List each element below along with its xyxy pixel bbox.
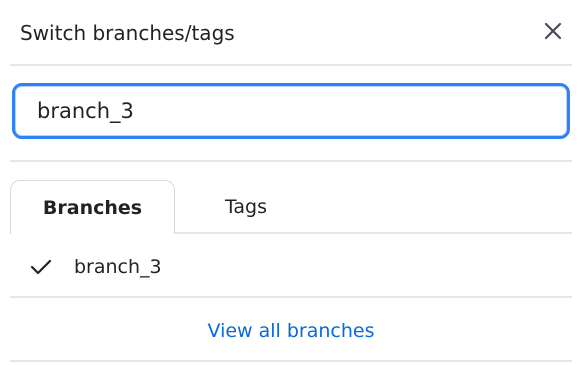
tab-tags-label: Tags [224,196,268,218]
footer-divider [10,360,572,362]
check-icon [28,254,54,280]
close-icon [544,22,562,40]
tab-branches[interactable]: Branches [10,180,175,234]
tab-bar: Branches Tags [10,180,572,234]
tab-tags[interactable]: Tags [196,180,296,234]
panel-header: Switch branches/tags [0,0,572,64]
list-divider [10,296,572,298]
search-field[interactable] [12,83,570,139]
tab-branches-label: Branches [42,196,143,219]
branch-name: branch_3 [74,256,162,278]
header-divider [10,64,572,66]
branch-list-item[interactable]: branch_3 [10,240,572,294]
search-divider [10,160,572,162]
search-input[interactable] [37,94,557,128]
panel-title: Switch branches/tags [20,21,235,45]
view-all-branches-link[interactable]: View all branches [10,304,572,358]
close-button[interactable] [536,14,570,48]
branch-switcher-panel: Switch branches/tags Branches Tags branc… [0,0,584,365]
tabs-divider [175,232,572,234]
